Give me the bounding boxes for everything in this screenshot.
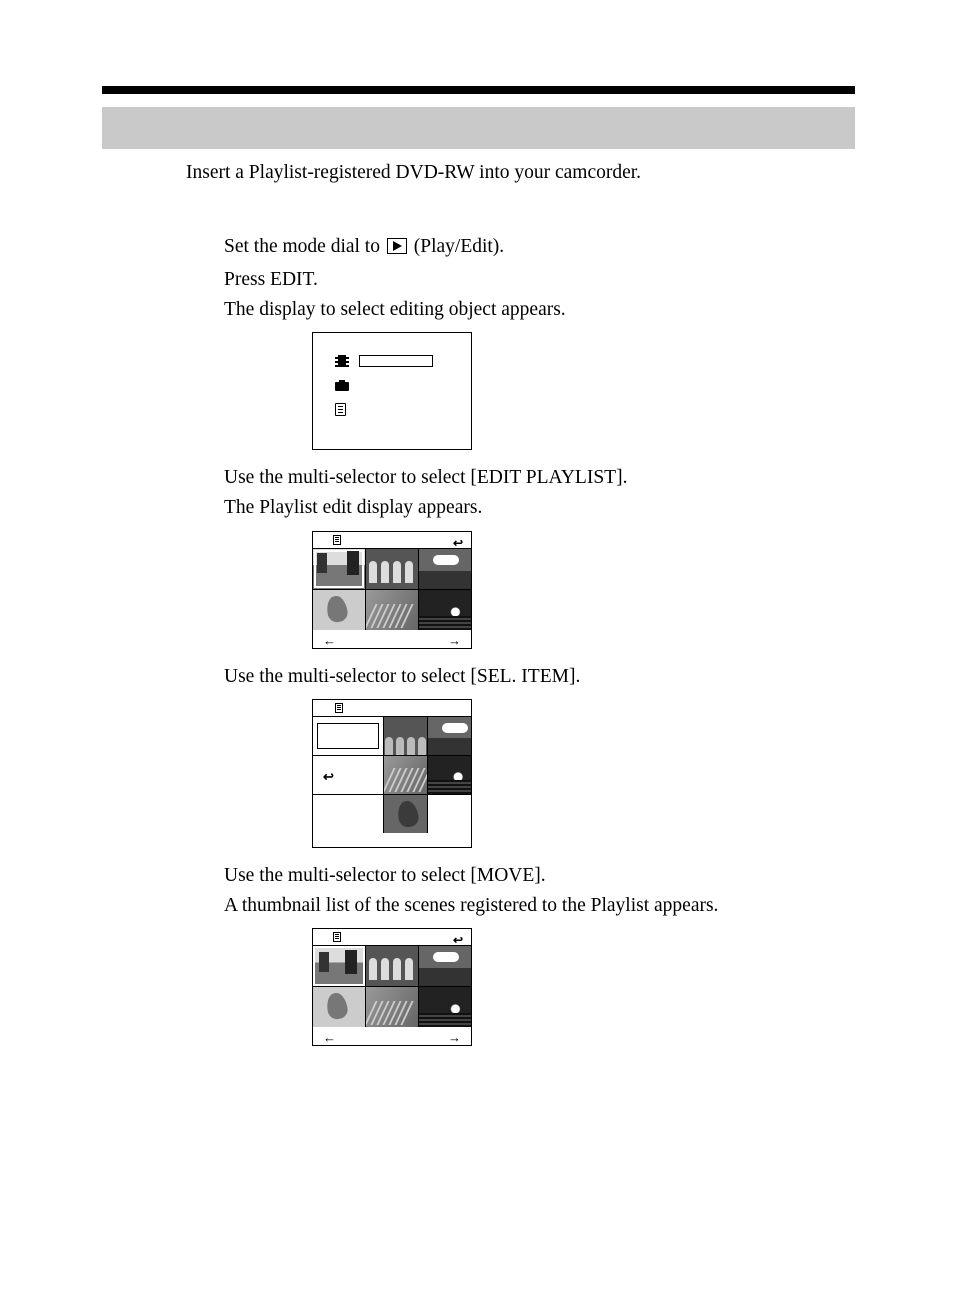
- thumbnail-grid: [313, 945, 471, 1027]
- step-3-sub: The Playlist edit display appears.: [224, 494, 855, 522]
- thumbnail: [384, 756, 427, 794]
- move-thumbnail-screen: ↩ ← →: [312, 928, 472, 1046]
- return-icon: ↩: [323, 768, 334, 787]
- step-2-sub: The display to select editing object app…: [224, 296, 855, 324]
- intro-paragraph: Insert a Playlist-registered DVD-RW into…: [186, 160, 855, 185]
- nav-footer: ← →: [313, 630, 471, 648]
- playlist-icon: [333, 932, 341, 942]
- screen-title-bar: ↩: [313, 929, 471, 945]
- step-3-text: Use the multi-selector to select [EDIT P…: [224, 464, 855, 492]
- screen-title-bar: ↩: [313, 532, 471, 548]
- step-5-sub: A thumbnail list of the scenes registere…: [224, 892, 855, 920]
- thumbnail-2: [366, 549, 418, 589]
- menu-selection-outline: [359, 355, 433, 367]
- screen-title-bar: [313, 700, 471, 716]
- thumbnail-3: [419, 549, 471, 589]
- step-5: Use the multi-selector to select [MOVE].…: [224, 862, 855, 1047]
- header-rule: [102, 86, 855, 94]
- thumbnail: [384, 717, 427, 755]
- edit-menu-screen: [312, 332, 472, 450]
- sel-item-screen: ↩: [312, 699, 472, 848]
- thumbnail-6: [419, 590, 471, 630]
- nav-footer: ← →: [313, 1027, 471, 1045]
- step-3: Use the multi-selector to select [EDIT P…: [224, 464, 855, 649]
- menu-row-playlist: [335, 401, 455, 417]
- playlist-icon: [335, 403, 346, 416]
- step-2-text: Press EDIT.: [224, 266, 855, 294]
- thumbnail: [384, 795, 427, 833]
- thumbnail-5: [366, 590, 418, 630]
- step-1-text-b: (Play/Edit).: [409, 236, 504, 257]
- camera-icon: [335, 380, 349, 391]
- step-5-text: Use the multi-selector to select [MOVE].: [224, 862, 855, 890]
- thumbnail-4: [313, 590, 365, 630]
- playlist-icon: [335, 703, 343, 713]
- sel-item-body: ↩: [313, 716, 471, 833]
- screen-footer: [313, 833, 471, 847]
- thumbnail-1: [313, 549, 365, 589]
- left-arrow-icon: ←: [323, 632, 336, 646]
- option-thumbs-2: [384, 756, 471, 794]
- step-4: Use the multi-selector to select [SEL. I…: [224, 663, 855, 848]
- option-row-1: [313, 717, 383, 755]
- step-2: Press EDIT. The display to select editin…: [224, 266, 855, 451]
- thumbnail-5: [366, 987, 418, 1027]
- option-thumbs-1: [384, 717, 471, 755]
- menu-row-photo: [335, 377, 455, 393]
- thumbnail: [428, 756, 471, 794]
- thumbnail-1-selected: [313, 946, 365, 986]
- thumbnail-4: [313, 987, 365, 1027]
- play-icon: [387, 238, 407, 254]
- section-heading-band: [102, 107, 855, 149]
- step-1: Set the mode dial to (Play/Edit).: [224, 233, 855, 261]
- thumbnail-2: [366, 946, 418, 986]
- thumbnail-3: [419, 946, 471, 986]
- option-row-3: [313, 795, 383, 833]
- page-content: Insert a Playlist-registered DVD-RW into…: [102, 160, 855, 1060]
- option-thumbs-3: [384, 795, 471, 833]
- right-arrow-icon: →: [448, 632, 461, 646]
- left-arrow-icon: ←: [323, 1029, 336, 1043]
- thumbnail-blank: [428, 795, 471, 833]
- thumbnail: [428, 717, 471, 755]
- right-arrow-icon: →: [448, 1029, 461, 1043]
- option-row-2: ↩: [313, 756, 383, 794]
- step-1-text-a: Set the mode dial to: [224, 236, 385, 257]
- thumbnail-6: [419, 987, 471, 1027]
- film-icon: [335, 355, 349, 367]
- playlist-icon: [333, 535, 341, 545]
- playlist-edit-screen: ↩ ← →: [312, 531, 472, 649]
- step-4-text: Use the multi-selector to select [SEL. I…: [224, 663, 855, 691]
- thumbnail-grid: [313, 548, 471, 630]
- menu-row-movie: [335, 353, 455, 369]
